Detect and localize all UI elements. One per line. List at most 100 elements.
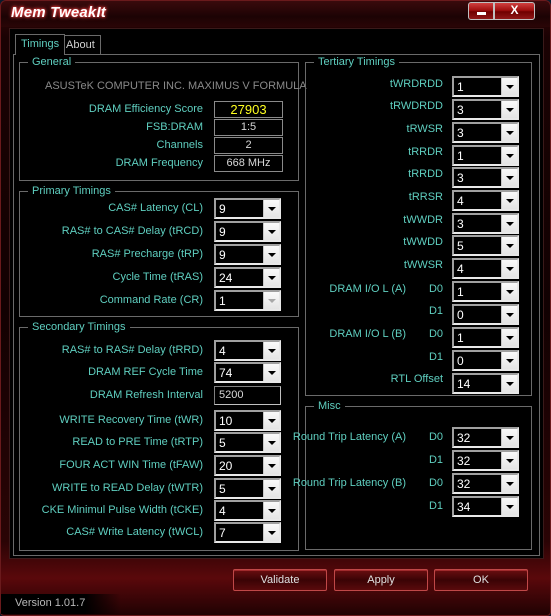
fsb-dram-label: FSB:DRAM bbox=[146, 121, 203, 133]
rtl-offset-label: RTL Offset bbox=[390, 373, 443, 385]
rtl-a-d0-select[interactable]: 32 bbox=[452, 427, 519, 448]
chevron-down-icon[interactable] bbox=[263, 524, 279, 541]
trrsr-label: tRRSR bbox=[408, 191, 443, 203]
chevron-down-icon[interactable] bbox=[263, 342, 279, 359]
rtl-offset-select[interactable]: 14 bbox=[452, 373, 519, 394]
chevron-down-icon[interactable] bbox=[263, 502, 279, 519]
tcke-select[interactable]: 4 bbox=[214, 500, 281, 521]
twwdr-label: tWWDR bbox=[403, 214, 443, 226]
dram-io-a-d1-select[interactable]: 0 bbox=[452, 304, 519, 325]
secondary-timings-legend: Secondary Timings bbox=[32, 321, 126, 333]
dram-frequency-label: DRAM Frequency bbox=[115, 157, 203, 169]
rtl-b-d1-select[interactable]: 34 bbox=[452, 496, 519, 517]
chevron-down-icon[interactable] bbox=[501, 283, 517, 300]
chevron-down-icon[interactable] bbox=[501, 124, 517, 141]
dram-io-b-d0-select[interactable]: 1 bbox=[452, 327, 519, 348]
chevron-down-icon[interactable] bbox=[501, 329, 517, 346]
refresh-interval-input[interactable]: 5200 bbox=[214, 386, 281, 405]
ok-button[interactable]: OK bbox=[434, 569, 528, 591]
twr-label: WRITE Recovery Time (tWR) bbox=[59, 414, 203, 426]
chevron-down-icon[interactable] bbox=[501, 306, 517, 323]
chevron-down-icon[interactable] bbox=[501, 260, 517, 277]
title-bar[interactable]: Mem TweakIt X bbox=[1, 1, 550, 27]
chevron-down-icon[interactable] bbox=[501, 352, 517, 369]
rtl-a-d0-label: D0 bbox=[428, 431, 443, 443]
trp-select[interactable]: 9 bbox=[214, 244, 281, 265]
rtl-b-d0-select[interactable]: 32 bbox=[452, 473, 519, 494]
dram-io-a-d0-label: D0 bbox=[428, 283, 443, 295]
chevron-down-icon[interactable] bbox=[263, 364, 279, 381]
chevron-down-icon[interactable] bbox=[263, 480, 279, 497]
chevron-down-icon[interactable] bbox=[501, 215, 517, 232]
trwdrdd-select[interactable]: 3 bbox=[452, 99, 519, 120]
chevron-down-icon[interactable] bbox=[501, 169, 517, 186]
twwdd-select[interactable]: 5 bbox=[452, 235, 519, 256]
trtp-select[interactable]: 5 bbox=[214, 432, 281, 453]
chevron-down-icon[interactable] bbox=[501, 429, 517, 446]
dram-io-a-label: DRAM I/O L (A) bbox=[329, 283, 406, 295]
command-rate-select: 1 bbox=[214, 290, 281, 311]
trrdd-select[interactable]: 3 bbox=[452, 167, 519, 188]
dram-io-a-d1-label: D1 bbox=[428, 305, 443, 317]
chevron-down-icon[interactable] bbox=[501, 452, 517, 469]
trrdd-label: tRRDD bbox=[408, 168, 443, 180]
twcl-select[interactable]: 7 bbox=[214, 522, 281, 543]
window-title: Mem TweakIt bbox=[11, 4, 107, 21]
motherboard-name: ASUSTeK COMPUTER INC. MAXIMUS V FORMULA bbox=[45, 80, 307, 92]
twwdr-select[interactable]: 3 bbox=[452, 213, 519, 234]
close-button[interactable]: X bbox=[494, 2, 535, 20]
tras-select[interactable]: 24 bbox=[214, 267, 281, 288]
chevron-down-icon[interactable] bbox=[501, 192, 517, 209]
ref-cycle-time-select[interactable]: 74 bbox=[214, 362, 281, 383]
cas-latency-select[interactable]: 9 bbox=[214, 198, 281, 219]
primary-timings-legend: Primary Timings bbox=[32, 185, 111, 197]
chevron-down-icon[interactable] bbox=[263, 269, 279, 286]
chevron-down-icon[interactable] bbox=[263, 200, 279, 217]
dram-io-b-d1-select[interactable]: 0 bbox=[452, 350, 519, 371]
chevron-down-icon[interactable] bbox=[501, 375, 517, 392]
chevron-down-icon[interactable] bbox=[263, 223, 279, 240]
misc-legend: Misc bbox=[318, 400, 341, 412]
trrdr-label: tRRDR bbox=[408, 146, 443, 158]
trwsr-select[interactable]: 3 bbox=[452, 122, 519, 143]
chevron-down-icon[interactable] bbox=[263, 434, 279, 451]
close-icon: X bbox=[510, 3, 519, 17]
rtl-a-label: Round Trip Latency (A) bbox=[292, 431, 406, 443]
trrd-select[interactable]: 4 bbox=[214, 340, 281, 361]
minimize-button[interactable] bbox=[468, 2, 494, 20]
trp-label: RAS# Precharge (tRP) bbox=[91, 248, 203, 260]
trrd-label: RAS# to RAS# Delay (tRRD) bbox=[61, 344, 203, 356]
chevron-down-icon[interactable] bbox=[501, 78, 517, 95]
chevron-down-icon[interactable] bbox=[501, 237, 517, 254]
tcke-label: CKE Minimul Pulse Width (tCKE) bbox=[41, 504, 203, 516]
chevron-down-icon[interactable] bbox=[501, 475, 517, 492]
tab-timings[interactable]: Timings bbox=[15, 34, 66, 55]
validate-button[interactable]: Validate bbox=[233, 569, 327, 591]
tertiary-timings-legend: Tertiary Timings bbox=[318, 56, 396, 68]
chevron-down-icon[interactable] bbox=[263, 457, 279, 474]
dram-io-b-d0-label: D0 bbox=[428, 328, 443, 340]
tfaw-select[interactable]: 20 bbox=[214, 455, 281, 476]
trrsr-select[interactable]: 4 bbox=[452, 190, 519, 211]
chevron-down-icon[interactable] bbox=[263, 246, 279, 263]
timings-panel: General ASUSTeK COMPUTER INC. MAXIMUS V … bbox=[13, 54, 540, 556]
tab-about[interactable]: About bbox=[60, 35, 101, 54]
efficiency-score-value: 27903 bbox=[214, 101, 283, 118]
trcd-select[interactable]: 9 bbox=[214, 221, 281, 242]
twtr-select[interactable]: 5 bbox=[214, 478, 281, 499]
apply-button[interactable]: Apply bbox=[334, 569, 428, 591]
dram-io-a-d0-select[interactable]: 1 bbox=[452, 281, 519, 302]
chevron-down-icon bbox=[263, 292, 279, 309]
twcl-label: CAS# Write Latency (tWCL) bbox=[66, 526, 203, 538]
trwdrdd-label: tRWDRDD bbox=[390, 100, 443, 112]
twwsr-select[interactable]: 4 bbox=[452, 258, 519, 279]
chevron-down-icon[interactable] bbox=[501, 498, 517, 515]
rtl-a-d1-select[interactable]: 32 bbox=[452, 450, 519, 471]
chevron-down-icon[interactable] bbox=[501, 147, 517, 164]
twrdrdd-select[interactable]: 1 bbox=[452, 76, 519, 97]
chevron-down-icon[interactable] bbox=[501, 101, 517, 118]
chevron-down-icon[interactable] bbox=[263, 412, 279, 429]
twr-select[interactable]: 10 bbox=[214, 410, 281, 431]
trrdr-select[interactable]: 1 bbox=[452, 145, 519, 166]
twrdrdd-label: tWRDRDD bbox=[389, 78, 443, 90]
